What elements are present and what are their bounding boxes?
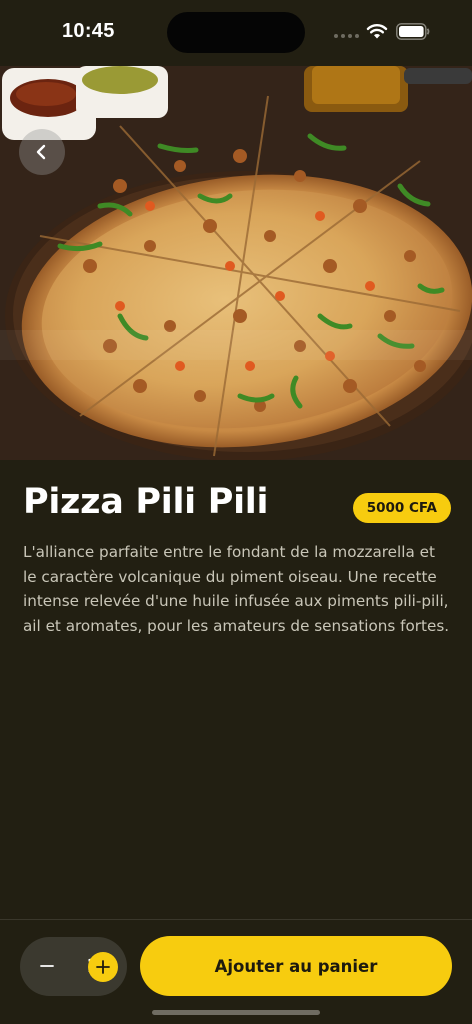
product-title: Pizza Pili Pili xyxy=(23,482,269,522)
wifi-icon xyxy=(366,24,388,39)
product-description: L'alliance parfaite entre le fondant de … xyxy=(23,543,450,635)
product-header: Pizza Pili Pili 5000 CFA xyxy=(23,482,451,523)
status-time: 10:45 xyxy=(62,20,115,42)
quantity-stepper: 1 xyxy=(20,937,127,996)
signal-dots-icon xyxy=(334,34,359,38)
bottom-action-bar: 1 Ajouter au panier xyxy=(0,919,472,1024)
price-badge: 5000 CFA xyxy=(352,493,451,523)
back-button[interactable] xyxy=(19,129,65,175)
add-to-cart-button[interactable]: Ajouter au panier xyxy=(140,936,452,996)
plus-icon xyxy=(96,960,110,974)
decrease-quantity-button[interactable] xyxy=(36,955,58,977)
minus-icon xyxy=(40,965,54,967)
pizza-photo xyxy=(0,66,472,460)
battery-icon xyxy=(396,23,430,40)
dynamic-island xyxy=(167,12,305,53)
product-image xyxy=(0,66,472,460)
product-detail-screen: 10:45 Pizza Pili Pili 5000 CFA L'allianc… xyxy=(0,0,472,1024)
status-bar: 10:45 xyxy=(0,0,472,66)
chevron-left-icon xyxy=(36,144,46,160)
increase-quantity-button[interactable] xyxy=(88,952,118,982)
home-indicator xyxy=(152,1010,320,1015)
